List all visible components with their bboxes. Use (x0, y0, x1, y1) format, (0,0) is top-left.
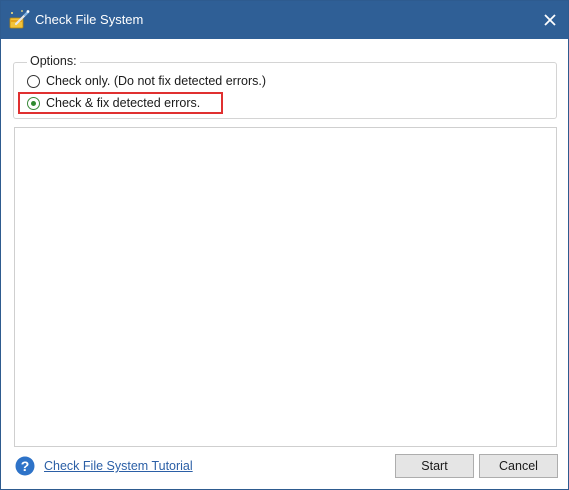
svg-text:?: ? (21, 458, 30, 474)
radio-label-check-only: Check only. (Do not fix detected errors.… (46, 74, 266, 88)
tutorial-link[interactable]: Check File System Tutorial (44, 459, 193, 473)
radio-check-and-fix[interactable]: Check & fix detected errors. (27, 96, 200, 110)
start-button[interactable]: Start (395, 454, 474, 478)
title-bar[interactable]: Check File System (1, 1, 568, 39)
radio-check-only[interactable]: Check only. (Do not fix detected errors.… (27, 74, 266, 88)
radio-button-check-and-fix[interactable] (27, 96, 40, 110)
close-button[interactable] (539, 9, 561, 31)
app-wand-icon (9, 9, 31, 31)
output-log-area[interactable] (14, 127, 557, 447)
radio-label-check-and-fix: Check & fix detected errors. (46, 96, 201, 110)
close-icon (544, 14, 556, 26)
window-title: Check File System (35, 12, 144, 27)
cancel-button[interactable]: Cancel (479, 454, 558, 478)
radio-button-check-only[interactable] (27, 74, 40, 88)
check-file-system-dialog: Check File System Options: Check only. (… (0, 0, 569, 490)
help-icon[interactable]: ? (15, 456, 35, 476)
options-legend: Options: (27, 54, 80, 68)
